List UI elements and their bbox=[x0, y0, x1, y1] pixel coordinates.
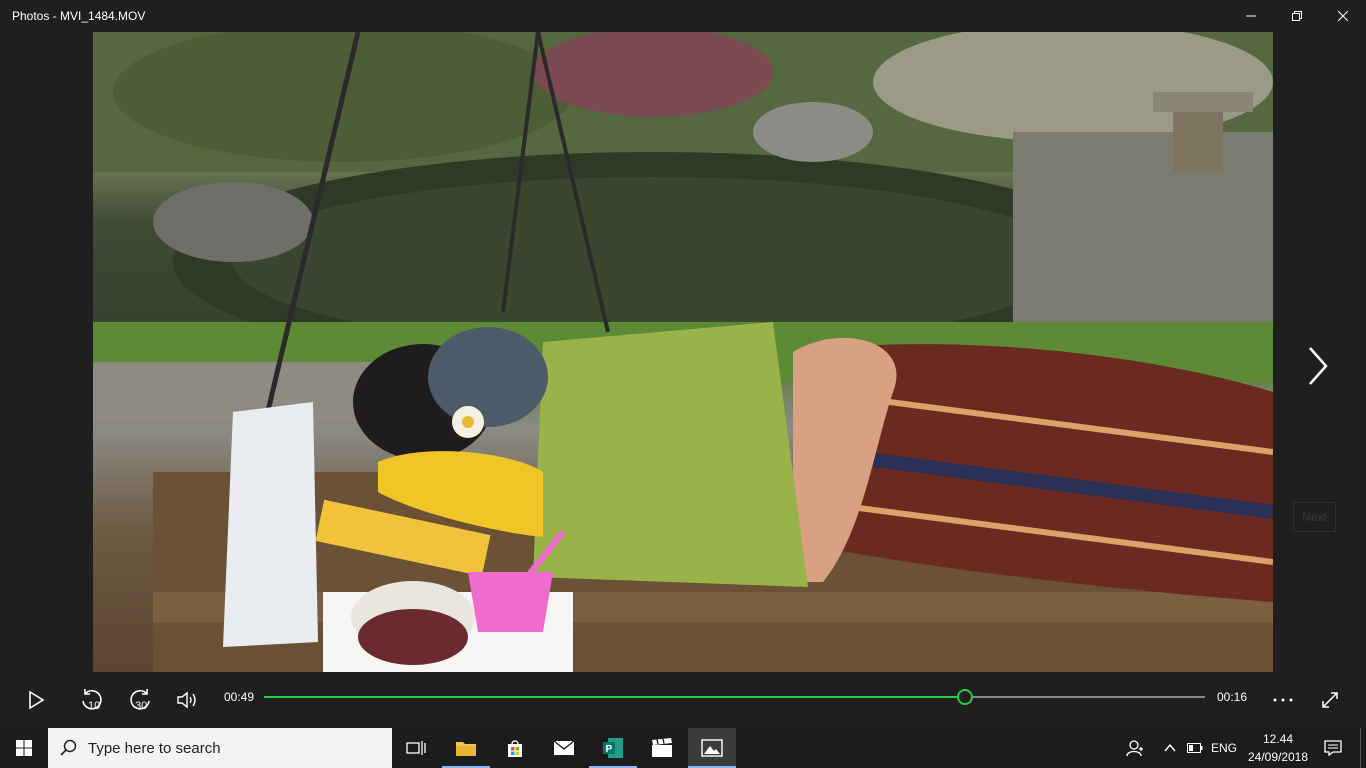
notifications-icon bbox=[1324, 740, 1342, 756]
play-button[interactable] bbox=[20, 684, 52, 716]
photos-icon bbox=[701, 739, 723, 757]
photos-button[interactable] bbox=[688, 728, 736, 768]
forward-30-icon: 30 bbox=[130, 689, 150, 712]
minimize-button[interactable] bbox=[1228, 0, 1274, 32]
play-icon bbox=[29, 691, 44, 709]
mail-button[interactable] bbox=[540, 728, 588, 768]
chevron-up-icon bbox=[1164, 744, 1176, 752]
volume-button[interactable] bbox=[172, 684, 204, 716]
playback-controls: 10 30 00:49 00:16 bbox=[0, 672, 1366, 728]
store-icon bbox=[508, 740, 522, 757]
rewind-10-button[interactable]: 10 bbox=[76, 684, 108, 716]
video-stage: Next bbox=[0, 32, 1366, 672]
battery-icon bbox=[1187, 743, 1203, 753]
minimize-icon bbox=[1246, 15, 1256, 17]
taskbar: Type here to search P ENG 12.44 24/09/20… bbox=[0, 728, 1366, 768]
file-explorer-button[interactable] bbox=[442, 728, 490, 768]
publisher-button[interactable]: P bbox=[589, 728, 637, 768]
rewind-label: 10 bbox=[88, 700, 100, 712]
window-title: Photos - MVI_1484.MOV bbox=[12, 9, 146, 23]
forward-30-button[interactable]: 30 bbox=[124, 684, 156, 716]
people-icon bbox=[1126, 740, 1143, 757]
task-view-button[interactable] bbox=[392, 728, 440, 768]
volume-icon bbox=[177, 691, 196, 709]
restore-button[interactable] bbox=[1274, 0, 1320, 32]
seek-progress bbox=[264, 696, 965, 698]
close-icon bbox=[1338, 11, 1348, 21]
restore-icon bbox=[1292, 11, 1302, 21]
svg-text:P: P bbox=[606, 744, 613, 755]
mail-icon bbox=[553, 740, 575, 755]
elapsed-time: 00:49 bbox=[224, 690, 255, 704]
close-button[interactable] bbox=[1320, 0, 1366, 32]
video-scene bbox=[93, 32, 1273, 672]
store-button[interactable] bbox=[491, 728, 539, 768]
language-indicator[interactable]: ENG bbox=[1208, 728, 1240, 768]
search-placeholder: Type here to search bbox=[88, 740, 221, 757]
clock[interactable]: 12.44 24/09/2018 bbox=[1246, 730, 1310, 766]
next-button[interactable] bbox=[1296, 344, 1340, 388]
movies-button[interactable] bbox=[638, 728, 686, 768]
publisher-icon: P bbox=[603, 738, 623, 758]
more-options-button[interactable] bbox=[1267, 684, 1299, 716]
battery-button[interactable] bbox=[1184, 728, 1206, 768]
fullscreen-button[interactable] bbox=[1314, 684, 1346, 716]
title-bar: Photos - MVI_1484.MOV bbox=[0, 0, 1366, 32]
seek-bar[interactable] bbox=[264, 696, 1205, 698]
remaining-time: 00:16 bbox=[1217, 690, 1248, 704]
clock-date: 24/09/2018 bbox=[1247, 750, 1309, 764]
action-center-button[interactable] bbox=[1318, 728, 1348, 768]
video-frame[interactable] bbox=[93, 32, 1273, 672]
people-button[interactable] bbox=[1122, 728, 1148, 768]
rewind-10-icon: 10 bbox=[82, 689, 102, 712]
start-button[interactable] bbox=[0, 728, 48, 768]
taskbar-search[interactable]: Type here to search bbox=[48, 728, 392, 768]
movies-icon bbox=[652, 738, 672, 757]
show-desktop-button[interactable] bbox=[1360, 728, 1366, 768]
clock-time: 12.44 bbox=[1262, 732, 1294, 746]
more-icon bbox=[1273, 698, 1293, 702]
show-hidden-icons-button[interactable] bbox=[1158, 728, 1182, 768]
next-tooltip: Next bbox=[1293, 502, 1336, 532]
forward-label: 30 bbox=[135, 700, 147, 712]
fullscreen-icon bbox=[1322, 692, 1338, 708]
file-explorer-icon bbox=[456, 742, 476, 756]
windows-logo-icon bbox=[16, 740, 32, 756]
chevron-right-icon bbox=[1309, 347, 1328, 385]
task-view-icon bbox=[406, 741, 426, 755]
search-icon bbox=[60, 739, 78, 762]
seek-thumb[interactable] bbox=[957, 689, 973, 705]
